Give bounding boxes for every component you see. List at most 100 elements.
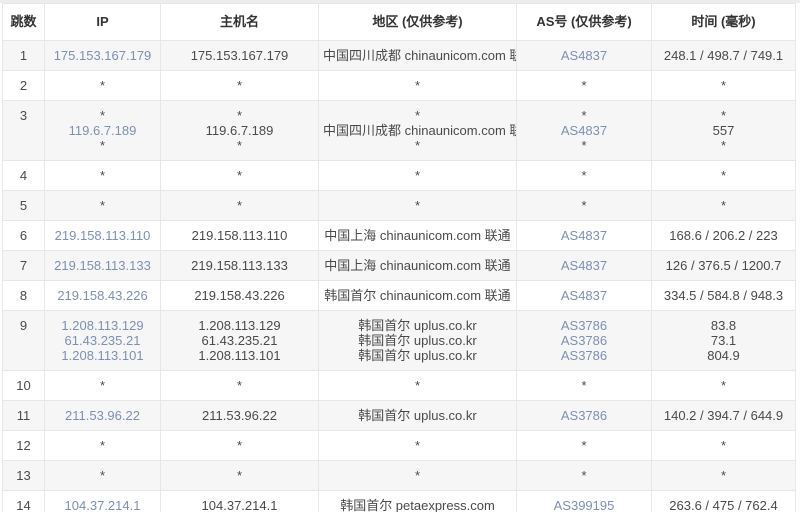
- ip-line: 219.158.43.226: [49, 288, 156, 303]
- latency-value: *: [720, 138, 727, 153]
- latency-value: *: [720, 378, 727, 393]
- ip-link[interactable]: 61.43.235.21: [65, 333, 141, 348]
- region-value: 中国上海 chinaunicom.com 联通: [324, 228, 511, 243]
- host-value: 104.37.214.1: [201, 498, 278, 512]
- asn-cell: AS4837: [516, 280, 652, 311]
- hop-number-cell: 1: [2, 40, 45, 71]
- asn-link[interactable]: AS4837: [561, 123, 607, 138]
- host-value: *: [236, 198, 243, 213]
- hop-number-cell: 8: [2, 280, 45, 311]
- table-row: 4 * * * * *: [2, 160, 796, 191]
- host-value: *: [236, 138, 243, 153]
- host-cell: *: [160, 70, 319, 101]
- ip-value: *: [99, 378, 106, 393]
- region-value: *: [414, 198, 421, 213]
- ip-link[interactable]: 211.53.96.22: [65, 408, 140, 423]
- latency-value: 557: [712, 123, 735, 138]
- ip-link[interactable]: 219.158.113.133: [54, 258, 151, 273]
- ip-cell: 104.37.214.1: [44, 490, 161, 512]
- asn-link[interactable]: AS4837: [561, 258, 607, 273]
- hop-number-cell: 12: [2, 430, 45, 461]
- asn-link[interactable]: AS3786: [561, 408, 607, 423]
- asn-cell: *: [516, 460, 652, 491]
- asn-cell: *: [516, 370, 652, 401]
- asn-line: AS399195: [521, 498, 647, 512]
- asn-line: AS4837: [521, 228, 647, 243]
- host-value: *: [236, 168, 243, 183]
- ip-link[interactable]: 219.158.113.110: [55, 228, 151, 243]
- ip-cell: 211.53.96.22: [44, 400, 161, 431]
- asn-link[interactable]: AS3786: [561, 348, 607, 363]
- table-row: 8 219.158.43.226 219.158.43.226 韩国首尔 chinau…: [2, 280, 796, 311]
- hop-number-cell: 11: [2, 400, 45, 431]
- table-row: 11 211.53.96.22 211.53.96.22 韩国首尔 uplus.co.…: [2, 400, 796, 431]
- ip-cell: *: [44, 70, 161, 101]
- table-body: 1 175.153.167.179 175.153.167.179 中国四川成都 ch…: [2, 40, 796, 512]
- column-header-time: 时间 (毫秒): [651, 3, 796, 41]
- host-cell: 1.208.113.129 61.43.235.21 1.208.113.101: [160, 310, 319, 371]
- region-cell: *: [318, 460, 517, 491]
- time-cell: 248.1 / 498.7 / 749.1: [651, 40, 796, 71]
- asn-link[interactable]: AS3786: [561, 318, 607, 333]
- ip-value: *: [99, 168, 106, 183]
- host-cell: *: [160, 160, 319, 191]
- host-cell: *: [160, 460, 319, 491]
- latency-value: 140.2 / 394.7 / 644.9: [663, 408, 784, 423]
- region-value: *: [414, 108, 421, 123]
- hop-number-cell: 4: [2, 160, 45, 191]
- time-cell: 83.8 73.1 804.9: [651, 310, 796, 371]
- region-value: 中国上海 chinaunicom.com 联通: [324, 258, 511, 273]
- ip-line: 119.6.7.189: [49, 123, 156, 138]
- host-value: 211.53.96.22: [202, 408, 277, 423]
- host-cell: *: [160, 190, 319, 221]
- latency-value: 804.9: [707, 348, 740, 363]
- hop-number-cell: 3: [2, 100, 45, 161]
- host-value: 1.208.113.129: [198, 318, 281, 333]
- asn-value: *: [581, 168, 587, 183]
- host-value: 219.158.113.110: [191, 228, 288, 243]
- host-value: 1.208.113.101: [198, 348, 281, 363]
- asn-value: *: [581, 108, 587, 123]
- column-header-ip: IP: [44, 3, 161, 41]
- asn-line: AS4837: [521, 288, 647, 303]
- host-value: *: [236, 468, 243, 483]
- time-cell: *: [651, 70, 796, 101]
- host-cell: *: [160, 430, 319, 461]
- latency-value: *: [720, 468, 727, 483]
- column-header-hop: 跳数: [2, 3, 45, 41]
- ip-line: 211.53.96.22: [49, 408, 156, 423]
- asn-cell: *: [516, 430, 652, 461]
- latency-value: *: [720, 168, 727, 183]
- table-row: 6 219.158.113.110 219.158.113.110 中国上海 chin…: [2, 220, 796, 251]
- ip-link[interactable]: 104.37.214.1: [65, 498, 141, 512]
- asn-link[interactable]: AS399195: [554, 498, 615, 512]
- host-value: *: [236, 438, 243, 453]
- traceroute-results-page: 跳数 IP 主机名 地区 (仅供参考) AS号 (仅供参考) 时间 (毫秒) 1…: [0, 0, 800, 512]
- time-cell: *: [651, 160, 796, 191]
- asn-link[interactable]: AS4837: [561, 48, 607, 63]
- table-row: 5 * * * * *: [2, 190, 796, 221]
- ip-link[interactable]: 1.208.113.129: [61, 318, 143, 333]
- region-value: *: [414, 438, 421, 453]
- ip-link[interactable]: 1.208.113.101: [61, 348, 143, 363]
- ip-link[interactable]: 119.6.7.189: [69, 123, 137, 138]
- host-cell: * 119.6.7.189 *: [160, 100, 319, 161]
- ip-value: *: [99, 138, 106, 153]
- ip-value: *: [99, 78, 106, 93]
- ip-value: *: [99, 198, 106, 213]
- region-value: *: [414, 78, 421, 93]
- ip-link[interactable]: 219.158.43.226: [57, 288, 147, 303]
- asn-value: *: [581, 468, 587, 483]
- time-cell: 140.2 / 394.7 / 644.9: [651, 400, 796, 431]
- latency-value: *: [720, 438, 727, 453]
- asn-cell: AS4837: [516, 40, 652, 71]
- table-row: 10 * * * * *: [2, 370, 796, 401]
- time-cell: 126 / 376.5 / 1200.7: [651, 250, 796, 281]
- asn-link[interactable]: AS4837: [561, 228, 607, 243]
- asn-line: AS3786: [521, 318, 647, 333]
- region-cell: 韩国首尔 chinaunicom.com 联通: [318, 280, 517, 311]
- ip-line: 1.208.113.129: [49, 318, 156, 333]
- asn-link[interactable]: AS3786: [561, 333, 607, 348]
- asn-link[interactable]: AS4837: [561, 288, 607, 303]
- ip-link[interactable]: 175.153.167.179: [54, 48, 152, 63]
